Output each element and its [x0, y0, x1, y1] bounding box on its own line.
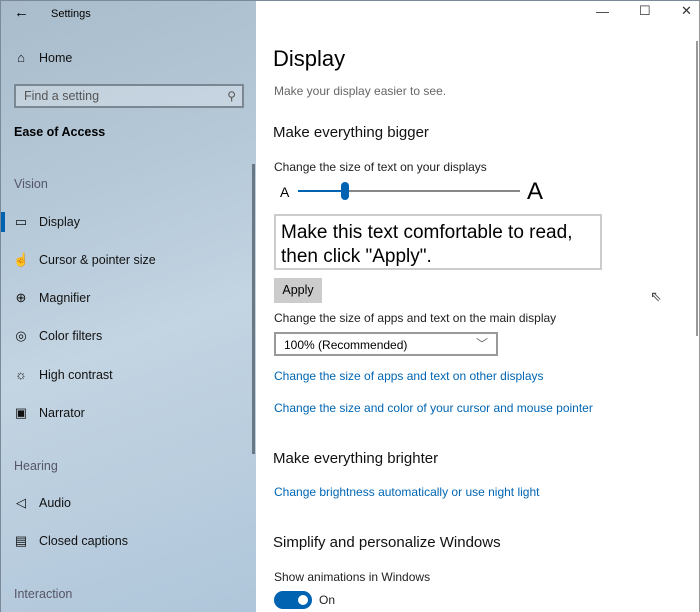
apply-button[interactable]: Apply: [274, 278, 322, 303]
home-label: Home: [39, 50, 73, 65]
sidebar-item-home[interactable]: ⌂ Home: [13, 50, 72, 65]
item-label: Narrator: [39, 406, 85, 420]
color-filter-icon: ◎: [15, 328, 27, 343]
sidebar-item-narrator[interactable]: ▣ Narrator: [13, 405, 85, 421]
sidebar-item-audio[interactable]: ◁ Audio: [13, 495, 71, 511]
magnifier-icon: ⊕: [15, 290, 27, 305]
item-label: Cursor & pointer size: [39, 253, 156, 267]
item-label: Color filters: [39, 329, 103, 343]
pointer-icon: ☝: [13, 252, 30, 267]
window-title: Settings: [51, 8, 91, 20]
small-a: A: [280, 184, 290, 200]
sidebar-item-magnifier[interactable]: ⊕ Magnifier: [13, 290, 91, 306]
heading-bigger: Make everything bigger: [273, 124, 429, 141]
minimize-button[interactable]: —: [596, 4, 609, 19]
slider-fill: [298, 190, 345, 192]
slider-thumb[interactable]: [340, 182, 349, 200]
narrator-icon: ▣: [14, 405, 28, 420]
sidebar-item-cursor[interactable]: ☝ Cursor & pointer size: [13, 252, 156, 268]
link-cursor[interactable]: Change the size and color of your cursor…: [274, 401, 593, 415]
item-label: Closed captions: [39, 534, 128, 548]
maximize-button[interactable]: ☐: [639, 3, 651, 19]
page-subtitle: Make your display easier to see.: [274, 84, 447, 98]
text-size-label: Change the size of text on your displays: [274, 160, 487, 174]
scale-label: Change the size of apps and text on the …: [274, 311, 557, 325]
main-scrollbar[interactable]: [696, 41, 698, 336]
main-panel: — ☐ ✕ Display Make your display easier t…: [256, 0, 700, 612]
mouse-cursor-icon: ⇖: [650, 288, 662, 304]
category-title: Ease of Access: [14, 125, 106, 139]
section-interaction: Interaction: [14, 587, 73, 601]
search-input[interactable]: Find a setting ⚲: [14, 84, 244, 108]
section-vision: Vision: [14, 177, 48, 191]
link-other-displays[interactable]: Change the size of apps and text on othe…: [274, 369, 544, 383]
item-label: Magnifier: [39, 291, 91, 305]
speaker-icon: ◁: [16, 495, 26, 510]
sidebar-item-closed-captions[interactable]: ▤ Closed captions: [13, 533, 128, 549]
section-hearing: Hearing: [14, 459, 58, 473]
animations-label: Show animations in Windows: [274, 570, 431, 584]
item-label: High contrast: [39, 367, 113, 382]
sidebar-item-display[interactable]: ▭ Display: [13, 214, 80, 230]
sidebar-scrollbar[interactable]: [252, 164, 255, 454]
sidebar-item-high-contrast[interactable]: ☼ High contrast: [13, 367, 113, 382]
sidebar-item-color-filters[interactable]: ◎ Color filters: [13, 328, 102, 344]
selected-indicator: [1, 212, 5, 232]
close-button[interactable]: ✕: [681, 3, 692, 19]
sun-icon: ☼: [15, 367, 27, 382]
preview-text: Make this text comfortable to read, then…: [274, 214, 602, 270]
item-label: Display: [39, 215, 80, 229]
heading-simplify: Simplify and personalize Windows: [273, 534, 501, 551]
heading-brighter: Make everything brighter: [273, 450, 439, 467]
large-a: A: [527, 178, 544, 205]
page-title: Display: [273, 46, 346, 71]
animations-state: On: [319, 593, 336, 607]
cc-icon: ▤: [14, 533, 28, 548]
scale-dropdown[interactable]: 100% (Recommended) ﹀: [274, 332, 498, 356]
scale-value: 100% (Recommended): [284, 338, 408, 352]
monitor-icon: ▭: [14, 214, 28, 229]
animations-toggle[interactable]: [274, 591, 312, 609]
link-brightness[interactable]: Change brightness automatically or use n…: [274, 485, 540, 499]
search-icon: ⚲: [227, 89, 236, 103]
home-icon: ⌂: [17, 50, 25, 65]
item-label: Audio: [39, 496, 71, 510]
chevron-down-icon: ﹀: [475, 337, 488, 351]
sidebar: ← Settings ⌂ Home Find a setting ⚲ Ease of…: [0, 0, 256, 612]
back-icon[interactable]: ←: [14, 4, 29, 21]
search-placeholder: Find a setting: [24, 89, 100, 103]
